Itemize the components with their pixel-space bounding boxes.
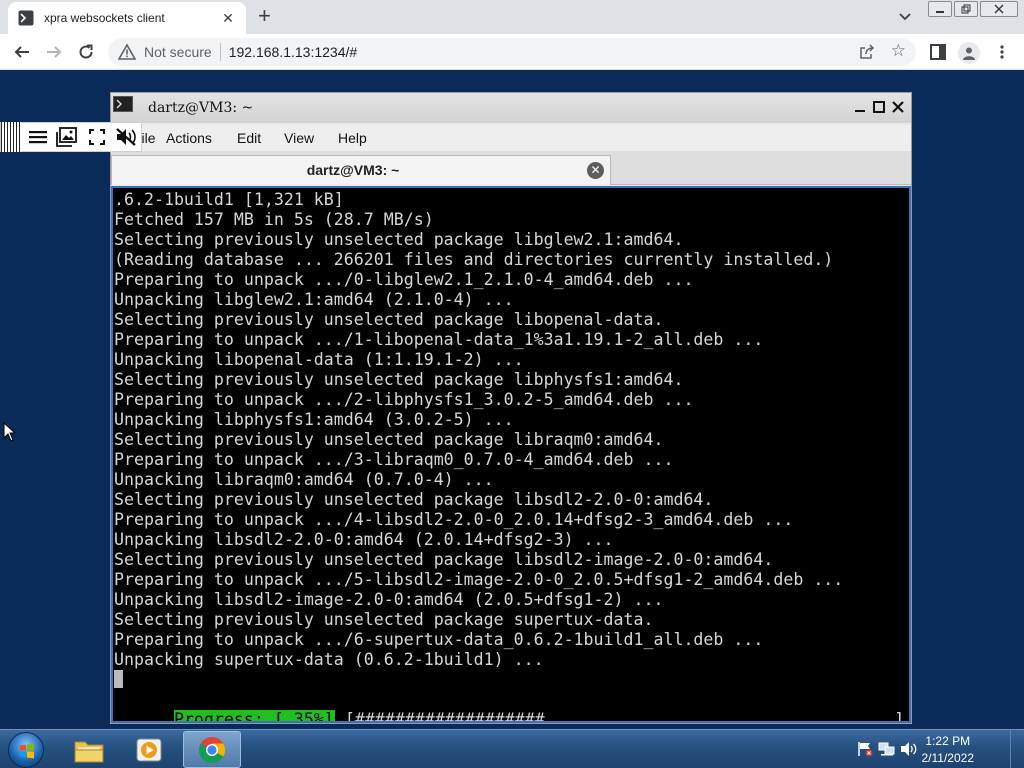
terminal-tabbar: dartz@VM3: ~ ✕: [111, 151, 911, 185]
terminal-line: Preparing to unpack .../6-supertux-data_…: [114, 630, 764, 649]
terminal-maximize-icon[interactable]: [871, 99, 887, 115]
progress-label: Progress: [ 35%]: [173, 710, 335, 721]
terminal-line: Preparing to unpack .../1-libopenal-data…: [114, 330, 764, 349]
terminal-close-icon[interactable]: [890, 99, 906, 115]
browser-menu-icon[interactable]: [992, 42, 1012, 62]
tab-title: xpra websockets client: [44, 11, 165, 25]
terminal-line: Preparing to unpack .../3-libraqm0_0.7.0…: [114, 450, 674, 469]
terminal-line: Preparing to unpack .../0-libglew2.1_2.1…: [114, 270, 694, 289]
terminal-line: Unpacking libsdl2-image-2.0-0:amd64 (2.0…: [114, 590, 664, 609]
start-button[interactable]: [8, 732, 44, 768]
terminal-minimize-icon[interactable]: [852, 99, 868, 115]
windows-taskbar: 1:22 PM 2/11/2022: [0, 729, 1024, 768]
progress-bar-text: [###################....................…: [344, 710, 905, 723]
taskbar-clock[interactable]: 1:22 PM 2/11/2022: [922, 733, 975, 767]
window-restore-icon[interactable]: [954, 1, 978, 17]
side-panel-icon[interactable]: [928, 42, 948, 62]
menu-icon[interactable]: [23, 122, 53, 152]
terminal-line: .6.2-1build1 [1,321 kB]: [114, 190, 344, 209]
terminal-line: Unpacking supertux-data (0.6.2-1build1) …: [114, 650, 544, 669]
back-arrow-icon[interactable]: [12, 42, 32, 62]
terminal-tab-label: dartz@VM3: ~: [306, 162, 400, 178]
window-close-icon[interactable]: [980, 1, 1018, 17]
menu-view[interactable]: View: [284, 130, 314, 146]
terminal-line: Selecting previously unselected package …: [114, 490, 714, 509]
network-icon[interactable]: [878, 741, 896, 757]
terminal-line: Unpacking libphysfs1:amd64 (3.0.2-5) ...: [114, 410, 514, 429]
terminal-line: Selecting previously unselected package …: [114, 370, 684, 389]
apt-progress: Progress: [ 35%] [###################...…: [114, 690, 904, 721]
terminal-window-title: dartz@VM3: ~: [148, 100, 254, 116]
drag-handle-icon[interactable]: [1, 122, 21, 152]
menu-edit[interactable]: Edit: [237, 130, 261, 146]
menu-actions[interactable]: Actions: [166, 130, 212, 146]
forward-arrow-icon[interactable]: [44, 42, 64, 62]
menu-help[interactable]: Help: [338, 130, 367, 146]
terminal-line: Selecting previously unselected package …: [114, 610, 654, 629]
terminal-line: Preparing to unpack .../2-libphysfs1_3.0…: [114, 390, 694, 409]
terminal-favicon-icon: [18, 10, 34, 26]
chrome-taskbar-button[interactable]: [183, 731, 241, 768]
terminal-tab[interactable]: dartz@VM3: ~ ✕: [111, 155, 611, 185]
address-bar[interactable]: Not secure 192.168.1.13:1234/# ☆: [108, 38, 916, 66]
terminal-tab-close-icon[interactable]: ✕: [587, 162, 604, 179]
terminal-line: Selecting previously unselected package …: [114, 550, 774, 569]
terminal-line: Selecting previously unselected package …: [114, 230, 684, 249]
system-tray: 1:22 PM 2/11/2022: [854, 730, 1024, 768]
terminal-line: Selecting previously unselected package …: [114, 430, 664, 449]
terminal-app-icon: [113, 96, 133, 112]
file-explorer-taskbar-button[interactable]: [60, 731, 118, 768]
media-player-icon: [136, 738, 162, 761]
omnibox-divider: [219, 43, 221, 61]
terminal-cursor: [114, 670, 123, 688]
warning-triangle-icon[interactable]: [118, 43, 136, 61]
show-desktop-button[interactable]: [1010, 730, 1024, 768]
terminal-line: Selecting previously unselected package …: [114, 310, 664, 329]
media-player-taskbar-button[interactable]: [120, 731, 178, 768]
terminal-line: Unpacking libraqm0:amd64 (0.7.0-4) ...: [114, 470, 494, 489]
browser-toolbar: Not secure 192.168.1.13:1234/# ☆: [0, 34, 1024, 70]
terminal-window: dartz@VM3: ~ File Actions Edit View Help…: [110, 92, 912, 724]
mouse-pointer-icon: [3, 422, 15, 442]
tab-close-icon[interactable]: ✕: [220, 10, 236, 27]
window-minimize-icon[interactable]: [928, 1, 952, 17]
speaker-muted-icon[interactable]: [111, 122, 141, 152]
terminal-line: Preparing to unpack .../4-libsdl2-2.0-0_…: [114, 510, 794, 529]
browser-tab-strip: xpra websockets client ✕ +: [0, 0, 1024, 34]
share-icon[interactable]: [858, 43, 876, 61]
terminal-lines: .6.2-1build1 [1,321 kB] Fetched 157 MB in…: [114, 190, 843, 670]
terminal-titlebar[interactable]: dartz@VM3: ~: [111, 93, 911, 123]
fullscreen-icon[interactable]: [82, 122, 112, 152]
terminal-line: Unpacking libglew2.1:amd64 (2.1.0-4) ...: [114, 290, 514, 309]
folder-icon: [74, 741, 104, 762]
clock-date: 2/11/2022: [921, 751, 975, 765]
terminal-output[interactable]: .6.2-1build1 [1,321 kB] Fetched 157 MB in…: [111, 186, 911, 723]
new-tab-button[interactable]: +: [258, 5, 271, 27]
terminal-menubar: File Actions Edit View Help: [111, 125, 911, 151]
terminal-line: (Reading database ... 266201 files and d…: [114, 250, 834, 269]
not-secure-label[interactable]: Not secure: [144, 44, 212, 60]
terminal-line: Unpacking libsdl2-2.0-0:amd64 (2.0.14+df…: [114, 530, 614, 549]
action-center-flag-icon[interactable]: [856, 741, 874, 757]
volume-icon[interactable]: [900, 741, 918, 757]
terminal-line: Fetched 157 MB in 5s (28.7 MB/s): [114, 210, 434, 229]
terminal-line: Unpacking libopenal-data (1:1.19.1-2) ..…: [114, 350, 524, 369]
tab-search-chevron-icon[interactable]: [898, 10, 912, 24]
clock-time: 1:22 PM: [925, 734, 971, 748]
reload-icon[interactable]: [76, 42, 96, 62]
chrome-icon: [198, 736, 226, 763]
terminal-line: Preparing to unpack .../5-libsdl2-image-…: [114, 570, 844, 589]
bookmark-star-icon[interactable]: ☆: [891, 41, 906, 61]
browser-tab[interactable]: xpra websockets client ✕: [8, 2, 246, 34]
profile-avatar-icon[interactable]: [958, 42, 980, 64]
xpra-floating-toolbar[interactable]: [0, 122, 142, 152]
clipboard-image-icon[interactable]: [52, 122, 82, 152]
url-text[interactable]: 192.168.1.13:1234/#: [229, 44, 357, 60]
windows-logo-icon: [20, 743, 34, 759]
